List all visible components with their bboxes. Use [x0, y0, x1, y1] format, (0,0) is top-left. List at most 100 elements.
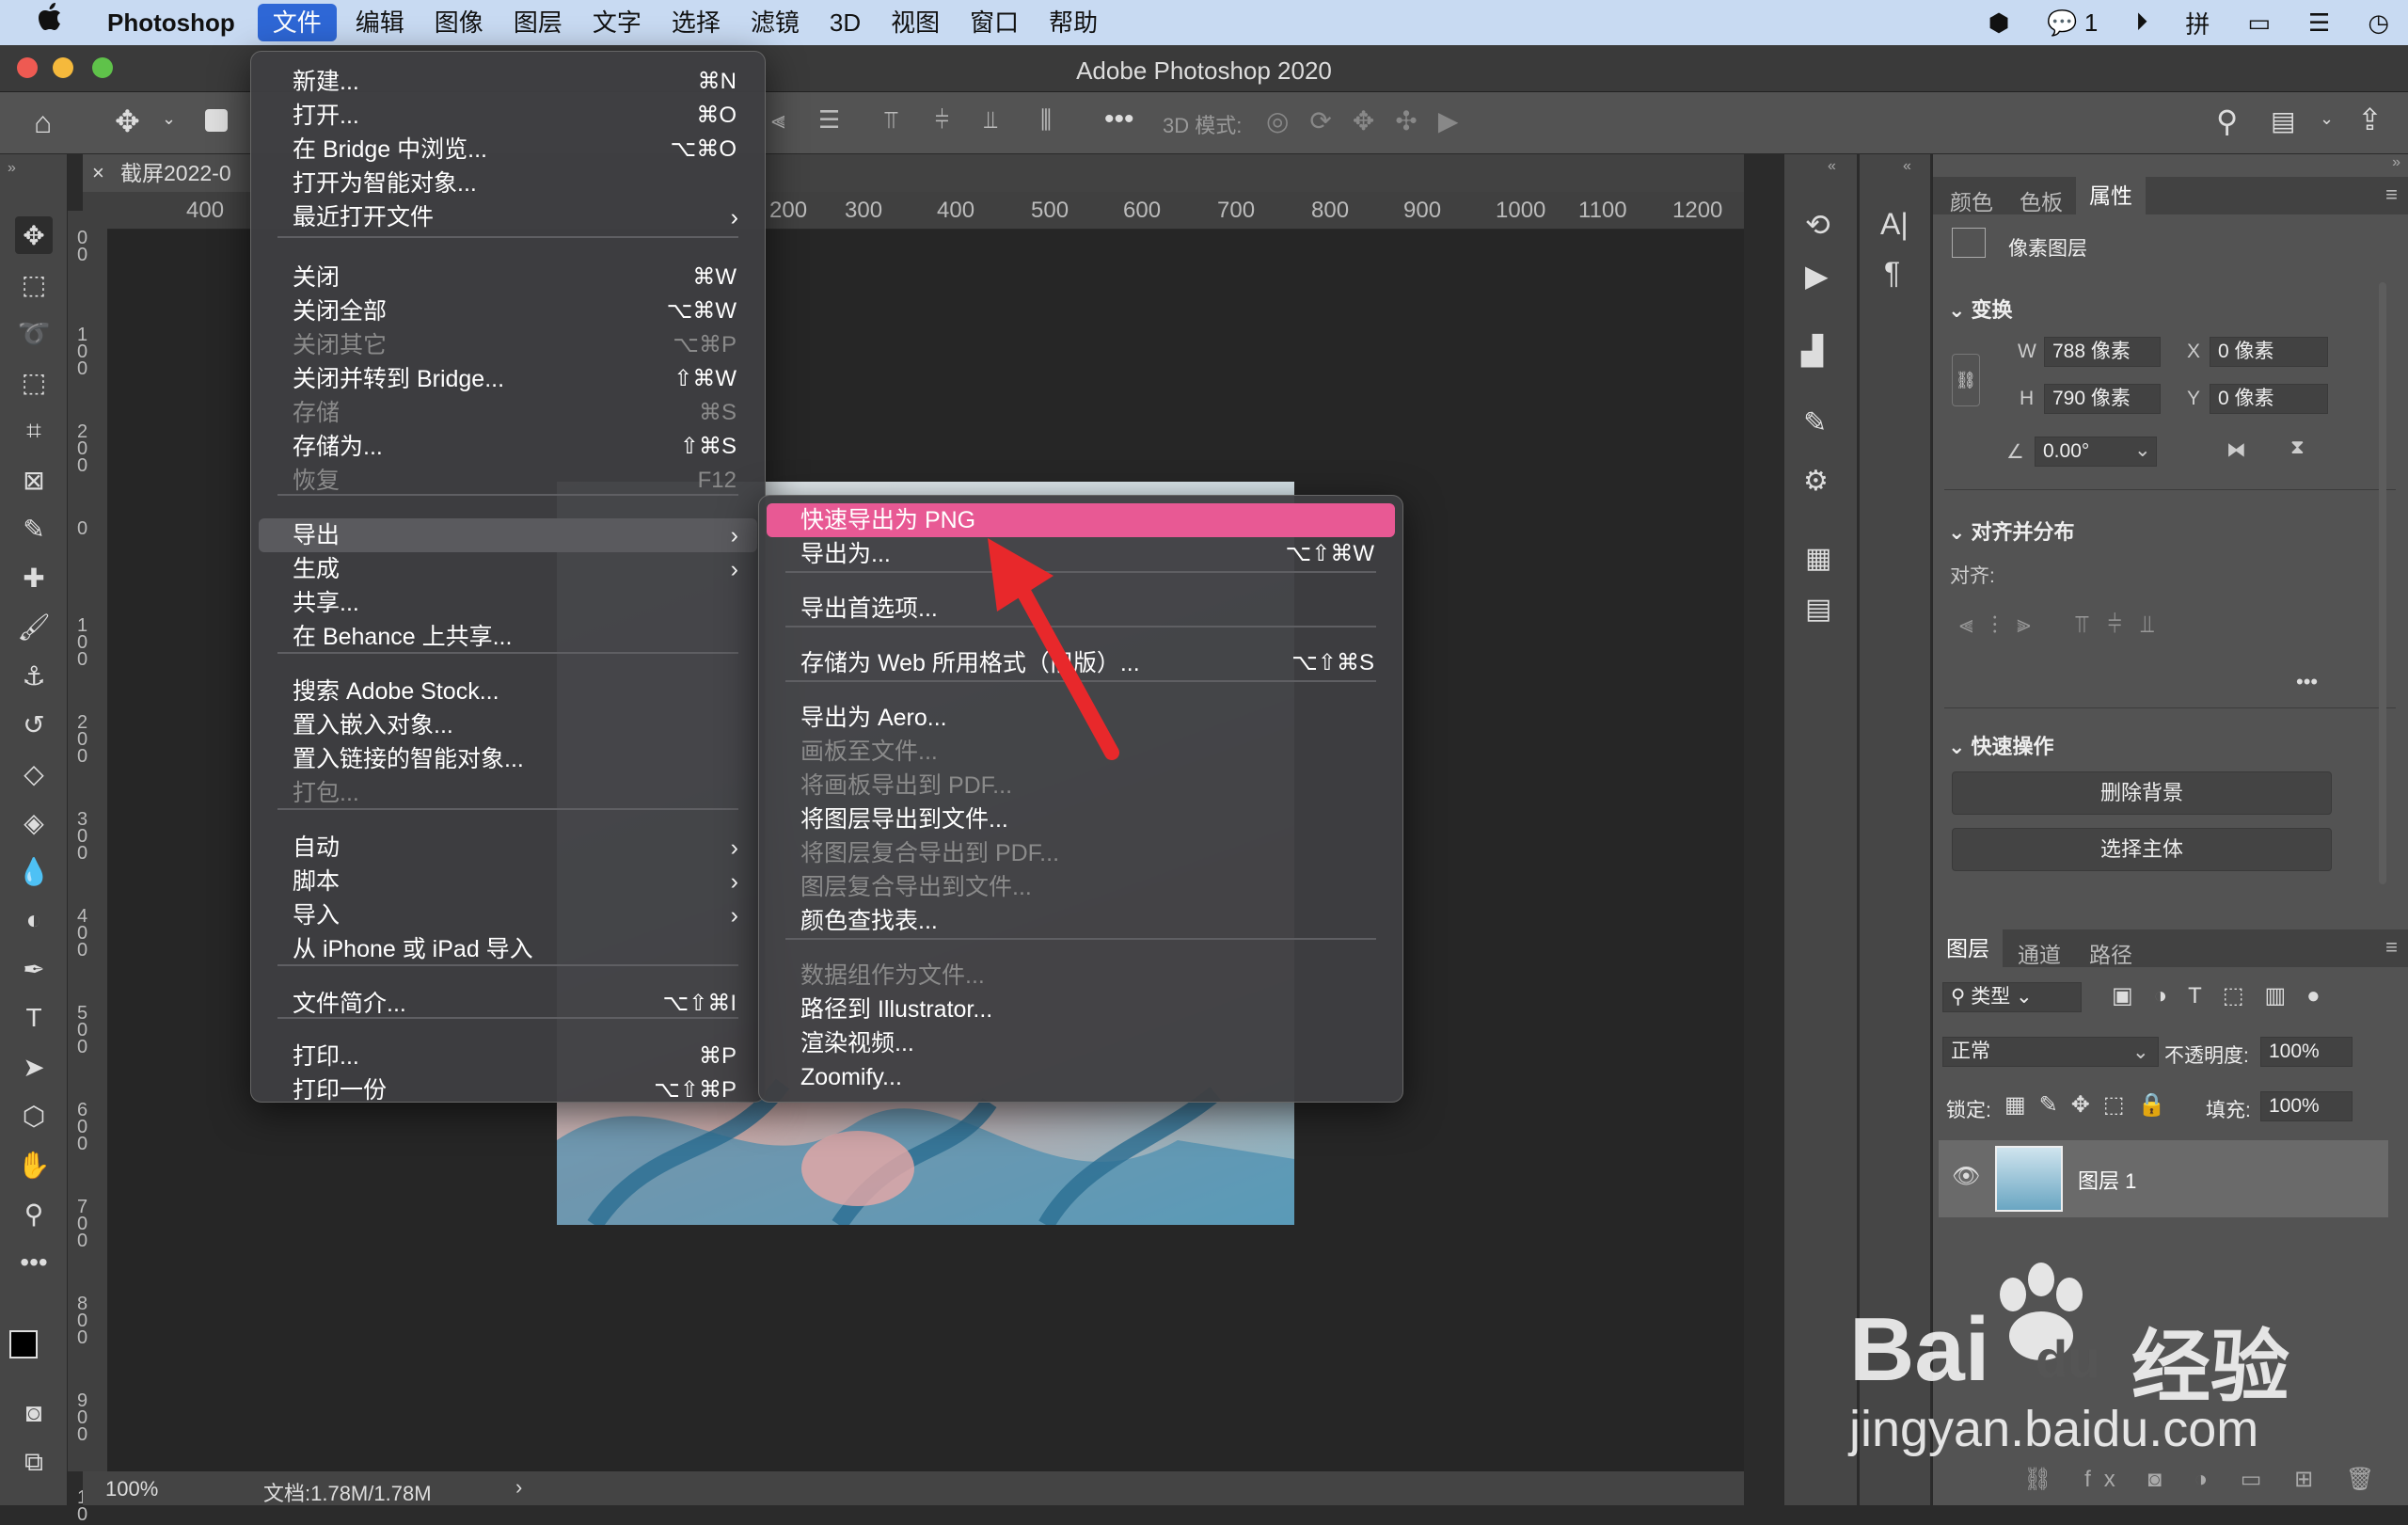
blend-mode-select[interactable]: 正常	[1942, 1037, 2159, 1067]
chevron-down-icon[interactable]: ⌄	[162, 109, 176, 129]
eye-icon[interactable]: 👁	[1952, 1163, 1980, 1190]
layer-filter-icons[interactable]: ▣◑T⬚▥●	[2112, 982, 2341, 1009]
file-menu-item[interactable]: 文件简介... ⌥⇧⌘I	[259, 987, 757, 1021]
type-tool-icon[interactable]: T	[15, 999, 53, 1037]
link-dimensions-icon[interactable]: ⛓	[1952, 354, 1980, 406]
menu-view[interactable]: 视图	[876, 0, 955, 45]
align-bottom-icon[interactable]: ⫫	[984, 105, 998, 135]
history-brush-icon[interactable]: ↺	[15, 706, 53, 743]
expand-icon[interactable]: »	[8, 160, 16, 177]
file-menu-item[interactable]: 从 iPhone 或 iPad 导入	[259, 932, 757, 966]
menu-image[interactable]: 图像	[420, 0, 499, 45]
crop-tool-icon[interactable]: ⌗	[15, 412, 53, 450]
paint-bucket-icon[interactable]: ◈	[15, 803, 53, 841]
edit-toolbar-icon[interactable]: •••	[15, 1244, 53, 1281]
file-menu-item[interactable]: 新建... ⌘N	[259, 65, 757, 99]
more-options-icon[interactable]: •••	[1104, 103, 1134, 135]
select-subject-button[interactable]: 选择主体	[1952, 828, 2332, 871]
x-field[interactable]: 0 像素	[2210, 337, 2328, 367]
flip-horizontal-icon[interactable]: ⧓	[2226, 438, 2246, 462]
wechat-icon[interactable]: 💬 1	[2047, 8, 2098, 38]
app-menu-photoshop[interactable]: Photoshop	[77, 0, 254, 45]
workspace-chevron-icon[interactable]: ⌄	[2320, 109, 2334, 129]
properties-scrollbar[interactable]	[2379, 282, 2386, 884]
move-tool-icon[interactable]: ✥	[15, 216, 53, 254]
marquee-tool-icon[interactable]: ⬚	[15, 265, 53, 303]
collapse-icon[interactable]: «	[1903, 158, 1911, 175]
menu-window[interactable]: 窗口	[955, 0, 1034, 45]
zoom-tool-icon[interactable]: ⚲	[15, 1195, 53, 1232]
doc-size[interactable]: 文档:1.78M/1.78M	[263, 1477, 432, 1507]
more-align-icon[interactable]: •••	[2296, 670, 2318, 694]
file-menu-item[interactable]: 置入链接的智能对象...	[259, 742, 757, 776]
document-tab[interactable]: × 截屏2022-0	[83, 154, 250, 192]
align-left-icon[interactable]: ⫷	[771, 105, 785, 135]
apple-menu-icon[interactable]	[0, 0, 77, 45]
input-method-icon[interactable]: 拼	[2185, 6, 2210, 40]
opacity-field[interactable]: 100%	[2260, 1037, 2353, 1067]
file-menu-item[interactable]: 置入嵌入对象...	[259, 708, 757, 742]
auto-select-checkbox[interactable]	[205, 109, 228, 132]
character-panel-icon[interactable]: A|	[1880, 207, 1909, 242]
align-buttons-icons[interactable]: ⫷⫶⫸ ⫪⫩⫫	[1959, 610, 2173, 640]
file-menu-item[interactable]: 关闭并转到 Bridge... ⇧⌘W	[259, 362, 757, 396]
quick-actions-title[interactable]: ⌄ 快速操作	[1948, 730, 2054, 760]
file-menu-item[interactable]: 共享...	[259, 586, 757, 620]
file-menu-item[interactable]: 关闭全部 ⌥⌘W	[259, 294, 757, 328]
menu-type[interactable]: 文字	[578, 0, 657, 45]
blend-chevron-icon[interactable]: ⌄	[2132, 1040, 2149, 1064]
foreground-color-swatch[interactable]	[9, 1330, 38, 1358]
workspace-icon[interactable]: ▤	[2271, 105, 2295, 136]
path-select-icon[interactable]: ➤	[15, 1048, 53, 1086]
3d-tools-icons[interactable]: ◎⟳✥✣▶	[1266, 105, 1479, 136]
align-section-title[interactable]: ⌄ 对齐并分布	[1948, 516, 2075, 546]
menu-edit[interactable]: 编辑	[341, 0, 420, 45]
file-menu-item[interactable]: 打开... ⌘O	[259, 99, 757, 133]
libraries-panel-icon[interactable]: ▦	[1805, 542, 1831, 575]
brush-tool-icon[interactable]: 🖌	[15, 608, 53, 645]
close-tab-icon[interactable]: ×	[92, 154, 104, 192]
layer-filter-select[interactable]: ⚲ 类型 ⌄	[1942, 982, 2082, 1012]
align-middle-icon[interactable]: ⫩	[935, 105, 949, 135]
pen-tool-icon[interactable]: ✒	[15, 950, 53, 988]
export-menu-item[interactable]: Zoomify...	[767, 1060, 1395, 1094]
file-menu-item[interactable]: 存储为... ⇧⌘S	[259, 430, 757, 464]
menu-file[interactable]: 文件	[257, 4, 337, 41]
file-menu-item[interactable]: 打印一份 ⌥⇧⌘P	[259, 1073, 757, 1107]
angle-chevron-icon[interactable]: ⌄	[2134, 438, 2151, 462]
menu-filter[interactable]: 滤镜	[736, 0, 815, 45]
dodge-tool-icon[interactable]: ◐	[15, 901, 53, 939]
hand-tool-icon[interactable]: ✋	[15, 1146, 53, 1183]
export-menu-item[interactable]: 将图层导出到文件...	[767, 802, 1395, 836]
panel-menu-icon[interactable]: ≡	[2385, 183, 2398, 207]
file-menu-item[interactable]: 关闭 ⌘W	[259, 261, 757, 294]
export-menu-item[interactable]: 快速导出为 PNG	[767, 503, 1395, 537]
file-menu-item[interactable]: 打开为智能对象...	[259, 167, 757, 200]
align-top-icon[interactable]: ⫪	[884, 105, 898, 135]
screen-mode-icon[interactable]: ⧉	[15, 1443, 53, 1481]
brushes-panel-icon[interactable]: ✎	[1803, 406, 1827, 439]
collapse-icon[interactable]: »	[2392, 154, 2400, 171]
remove-background-button[interactable]: 删除背景	[1952, 771, 2332, 815]
file-menu-item[interactable]: 最近打开文件 ›	[259, 200, 757, 234]
lasso-tool-icon[interactable]: ➰	[15, 314, 53, 352]
export-menu-item[interactable]: 渲染视频...	[767, 1026, 1395, 1060]
shape-tool-icon[interactable]: ⬡	[15, 1097, 53, 1135]
menu-select[interactable]: 选择	[657, 0, 736, 45]
align-center-icon[interactable]: ☰	[818, 105, 840, 135]
play-circle-icon[interactable]: ⏵	[2135, 8, 2147, 38]
file-menu-item[interactable]: 在 Bridge 中浏览... ⌥⌘O	[259, 133, 757, 167]
file-menu-item[interactable]: 导出 ›	[259, 518, 757, 552]
frame-tool-icon[interactable]: ⊠	[15, 461, 53, 499]
lock-icons[interactable]: ▦✎✥⬚🔒	[2004, 1091, 2178, 1119]
file-menu-item[interactable]: 打印... ⌘P	[259, 1040, 757, 1073]
y-field[interactable]: 0 像素	[2210, 384, 2328, 414]
quick-mask-icon[interactable]: ◙	[15, 1394, 53, 1432]
histogram-panel-icon[interactable]: ▟	[1801, 335, 1823, 368]
flip-vertical-icon[interactable]: ⧗	[2290, 437, 2305, 459]
history-panel-icon[interactable]: ⟲	[1805, 207, 1830, 243]
menu-layer[interactable]: 图层	[499, 0, 578, 45]
collapse-icon[interactable]: «	[1828, 158, 1836, 175]
object-select-tool-icon[interactable]: ⬚	[15, 363, 53, 401]
control-center-icon[interactable]: ☰	[2308, 8, 2330, 38]
